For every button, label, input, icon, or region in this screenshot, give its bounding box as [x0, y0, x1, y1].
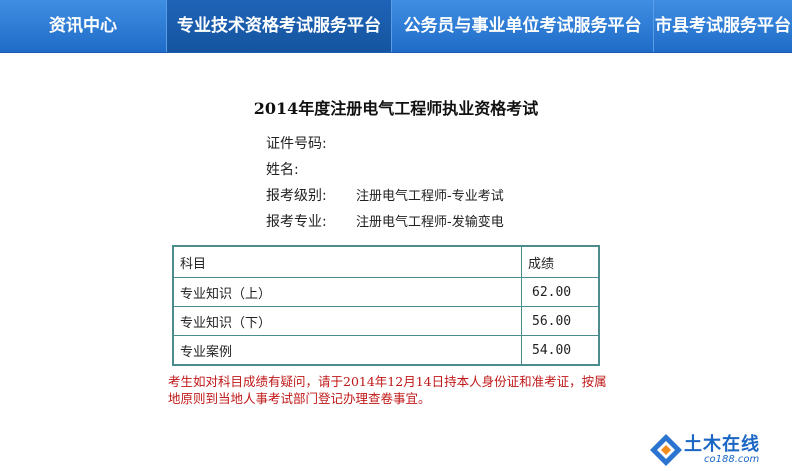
score-table: 科目 成绩 专业知识（上） 62.00 专业知识（下） 56.00 专业案例 5… — [172, 245, 600, 366]
watermark-text: 土木在线 — [684, 434, 760, 455]
level-row: 报考级别: 注册电气工程师-专业考试 — [266, 185, 504, 205]
level-label: 报考级别: — [266, 188, 327, 204]
score-cell: 56.00 — [521, 306, 600, 336]
header-subject: 科目 — [172, 245, 522, 278]
logo-diamond-icon — [650, 434, 682, 466]
notice-text: 考生如对科目成绩有疑问，请于2014年12月14日持本人身份证和准考证，按属地原… — [168, 374, 607, 406]
table-row: 专业知识（下） 56.00 — [172, 306, 600, 336]
nav-item-news[interactable]: 资讯中心 — [0, 0, 167, 52]
top-nav: 资讯中心 专业技术资格考试服务平台 公务员与事业单位考试服务平台 市县考试服务平… — [0, 0, 792, 53]
subject-cell: 专业知识（上） — [172, 277, 522, 307]
score-cell: 62.00 — [521, 277, 600, 307]
nav-item-civil-service-exam[interactable]: 公务员与事业单位考试服务平台 — [392, 0, 654, 52]
table-row: 专业知识（上） 62.00 — [172, 277, 600, 307]
header-score: 成绩 — [521, 245, 600, 278]
score-cell: 54.00 — [521, 335, 600, 366]
name-label: 姓名: — [266, 162, 299, 178]
name-row: 姓名: — [266, 159, 356, 179]
id-row: 证件号码: — [266, 133, 356, 153]
table-row: 专业案例 54.00 — [172, 335, 600, 366]
major-value: 注册电气工程师-发输变电 — [356, 215, 504, 230]
subject-cell: 专业知识（下） — [172, 306, 522, 336]
table-header-row: 科目 成绩 — [172, 245, 600, 278]
watermark-logo: 土木在线 co188.com — [648, 430, 792, 470]
id-label: 证件号码: — [266, 136, 327, 152]
level-value: 注册电气工程师-专业考试 — [356, 189, 504, 204]
page-title: 2014年度注册电气工程师执业资格考试 — [253, 99, 539, 118]
watermark-subtext: co188.com — [704, 454, 760, 465]
major-label: 报考专业: — [266, 214, 327, 230]
subject-cell: 专业案例 — [172, 335, 522, 366]
nav-item-county-exam[interactable]: 市县考试服务平台 — [654, 0, 792, 52]
major-row: 报考专业: 注册电气工程师-发输变电 — [266, 211, 504, 231]
nav-item-professional-exam[interactable]: 专业技术资格考试服务平台 — [167, 0, 392, 52]
